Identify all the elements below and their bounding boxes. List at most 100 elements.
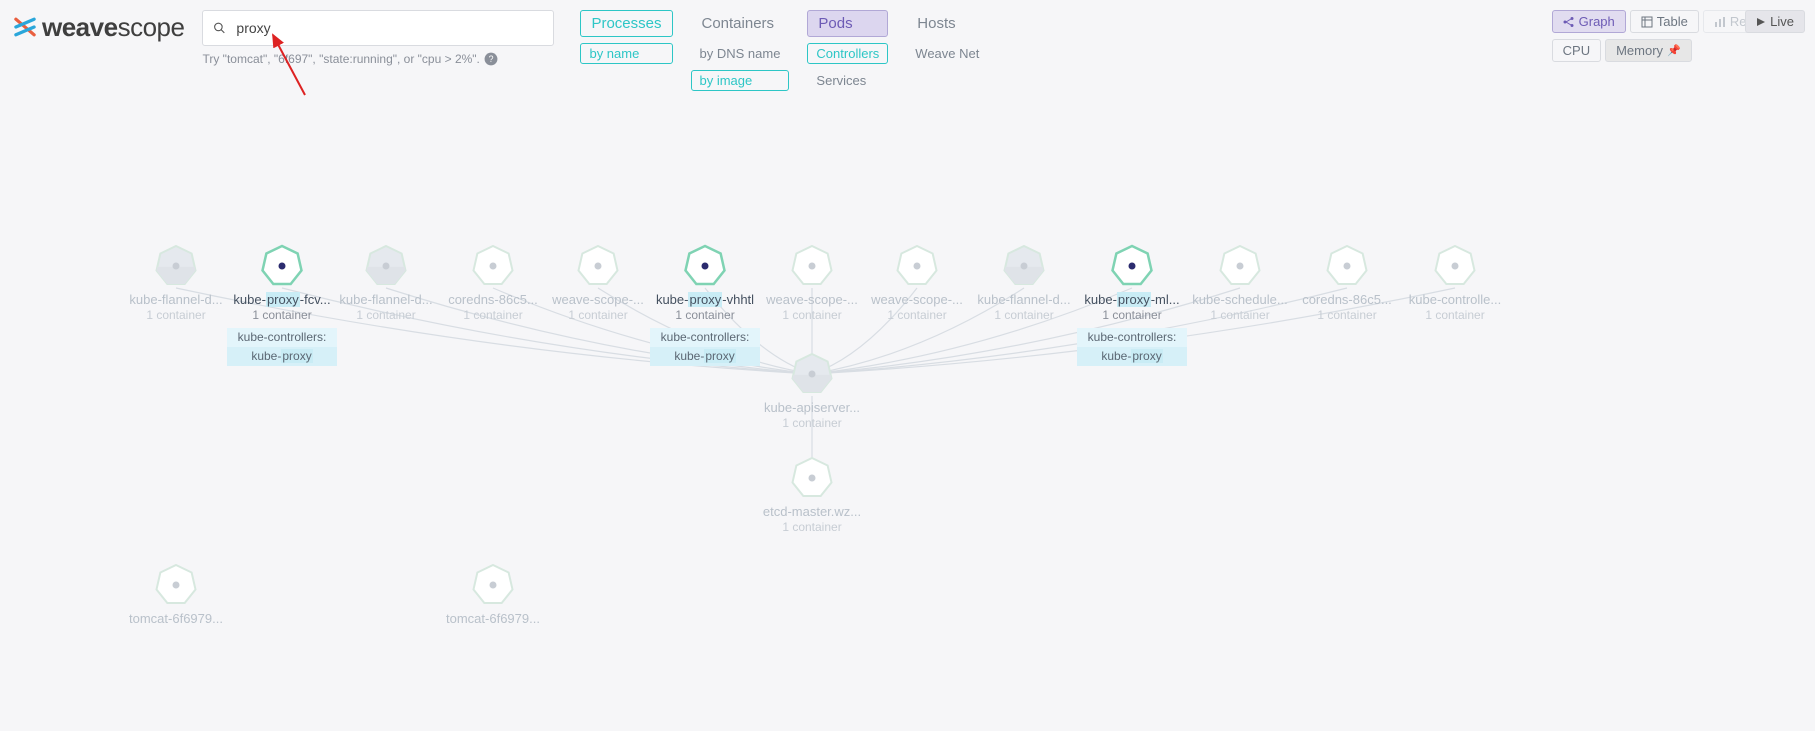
pod-node[interactable]: kube-proxy-fcv... 1 container kube-contr… (227, 244, 337, 366)
pod-node[interactable]: kube-proxy-ml... 1 container kube-contro… (1077, 244, 1187, 366)
pod-node[interactable]: coredns-86c5... 1 container (1292, 244, 1402, 322)
pod-icon (1110, 244, 1154, 288)
pod-sublabel: 1 container (331, 308, 441, 322)
pod-icon (1218, 244, 1262, 288)
logo-light: scope (118, 12, 185, 42)
pod-node[interactable]: kube-flannel-d... 1 container (331, 244, 441, 322)
view-graph[interactable]: Graph (1552, 10, 1626, 33)
pod-node[interactable]: weave-scope-... 1 container (862, 244, 972, 322)
pod-icon (471, 244, 515, 288)
pod-label: weave-scope-... (543, 292, 653, 307)
pod-icon (154, 244, 198, 288)
pod-label: kube-proxy-vhhtl (650, 292, 760, 307)
logo: weavescope (12, 10, 184, 44)
pod-node[interactable]: kube-controlle... 1 container (1400, 244, 1510, 322)
topo-containers-by-dns[interactable]: by DNS name (691, 43, 790, 64)
pod-label: weave-scope-... (757, 292, 867, 307)
pod-label: kube-apiserver... (757, 400, 867, 415)
pod-sublabel: 1 container (121, 308, 231, 322)
pod-label: kube-proxy-fcv... (227, 292, 337, 307)
search-hint: Try "tomcat", "6f697", "state:running", … (202, 52, 554, 66)
pod-sublabel: 1 container (969, 308, 1079, 322)
pod-icon (790, 244, 834, 288)
pod-label: coredns-86c5... (438, 292, 548, 307)
pod-icon (154, 563, 198, 607)
match-meta: kube-controllers: kube-proxy (650, 328, 760, 366)
pod-icon (790, 352, 834, 396)
pod-icon (1433, 244, 1477, 288)
pod-icon (1325, 244, 1369, 288)
pod-label: coredns-86c5... (1292, 292, 1402, 307)
help-icon[interactable]: ? (484, 52, 498, 66)
play-icon (1756, 17, 1766, 27)
pod-icon (364, 244, 408, 288)
match-meta: kube-controllers: kube-proxy (227, 328, 337, 366)
view-table[interactable]: Table (1630, 10, 1699, 33)
topo-containers-by-image[interactable]: by image (691, 70, 790, 91)
pod-sublabel: 1 container (543, 308, 653, 322)
pod-sublabel: 1 container (438, 308, 548, 322)
pod-node[interactable]: kube-schedule... 1 container (1185, 244, 1295, 322)
header: weavescope Try "tomcat", "6f697", "state… (0, 0, 1815, 91)
graph-icon (1563, 16, 1575, 28)
pod-sublabel: 1 container (227, 308, 337, 322)
topo-hosts-weavenet[interactable]: Weave Net (906, 43, 988, 64)
table-icon (1641, 16, 1653, 28)
pod-sublabel: 1 container (757, 416, 867, 430)
pod-icon (790, 456, 834, 500)
pod-icon (683, 244, 727, 288)
pod-icon (576, 244, 620, 288)
pod-icon (1002, 244, 1046, 288)
pod-sublabel: 1 container (757, 520, 867, 534)
pod-icon (471, 563, 515, 607)
logo-icon (12, 14, 38, 40)
pod-node[interactable]: tomcat-6f6979... (438, 563, 548, 626)
pod-sublabel: 1 container (650, 308, 760, 322)
svg-text:?: ? (488, 54, 493, 64)
pod-sublabel: 1 container (1400, 308, 1510, 322)
pod-node[interactable]: kube-proxy-vhhtl 1 container kube-contro… (650, 244, 760, 366)
topo-containers[interactable]: Containers (691, 10, 790, 37)
metric-cpu[interactable]: CPU (1552, 39, 1601, 62)
search-box[interactable] (202, 10, 554, 46)
live-button[interactable]: Live (1745, 10, 1805, 33)
pod-node[interactable]: kube-apiserver... 1 container (757, 352, 867, 430)
pod-label: weave-scope-... (862, 292, 972, 307)
pod-label: kube-controlle... (1400, 292, 1510, 307)
resources-icon (1714, 16, 1726, 28)
pod-node[interactable]: kube-flannel-d... 1 container (969, 244, 1079, 322)
pod-icon (895, 244, 939, 288)
pod-label: tomcat-6f6979... (121, 611, 231, 626)
pod-label: kube-flannel-d... (331, 292, 441, 307)
topo-pods-controllers[interactable]: Controllers (807, 43, 888, 64)
pod-label: tomcat-6f6979... (438, 611, 548, 626)
pin-icon: 📌 (1667, 44, 1681, 57)
pod-label: kube-schedule... (1185, 292, 1295, 307)
pod-label: kube-flannel-d... (969, 292, 1079, 307)
pod-sublabel: 1 container (1185, 308, 1295, 322)
search-input[interactable] (234, 19, 543, 37)
topo-hosts[interactable]: Hosts (906, 10, 988, 37)
pod-sublabel: 1 container (1292, 308, 1402, 322)
pod-node[interactable]: tomcat-6f6979... (121, 563, 231, 626)
topo-pods-services[interactable]: Services (807, 70, 888, 91)
topo-pods[interactable]: Pods (807, 10, 888, 37)
pod-label: kube-flannel-d... (121, 292, 231, 307)
pod-node[interactable]: coredns-86c5... 1 container (438, 244, 548, 322)
metric-memory[interactable]: Memory 📌 (1605, 39, 1692, 62)
search-icon (213, 21, 226, 35)
topo-processes-by-name[interactable]: by name (580, 43, 672, 64)
match-meta: kube-controllers: kube-proxy (1077, 328, 1187, 366)
topo-processes[interactable]: Processes (580, 10, 672, 37)
pod-sublabel: 1 container (757, 308, 867, 322)
pod-node[interactable]: etcd-master.wz... 1 container (757, 456, 867, 534)
pod-sublabel: 1 container (1077, 308, 1187, 322)
pod-node[interactable]: kube-flannel-d... 1 container (121, 244, 231, 322)
pod-label: kube-proxy-ml... (1077, 292, 1187, 307)
pod-node[interactable]: weave-scope-... 1 container (543, 244, 653, 322)
pod-label: etcd-master.wz... (757, 504, 867, 519)
pod-sublabel: 1 container (862, 308, 972, 322)
logo-bold: weave (42, 12, 118, 42)
pod-node[interactable]: weave-scope-... 1 container (757, 244, 867, 322)
pod-icon (260, 244, 304, 288)
